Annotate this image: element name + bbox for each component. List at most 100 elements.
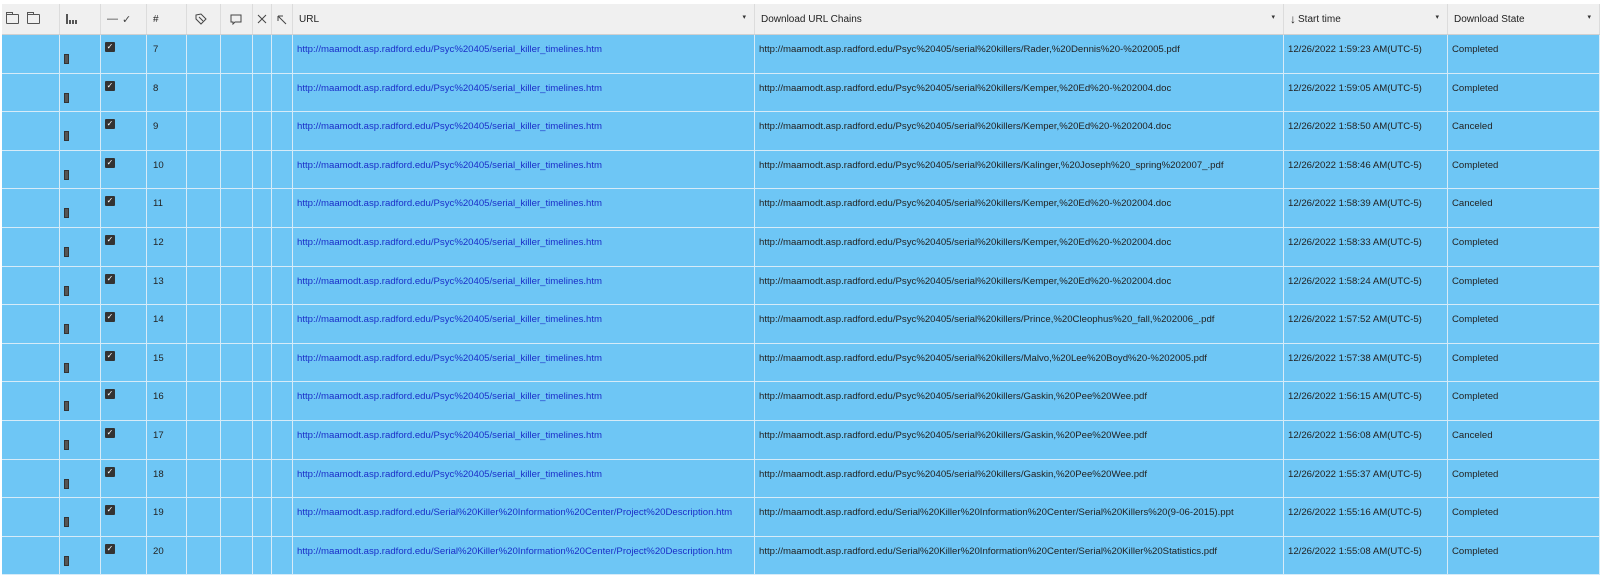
header-comment[interactable]: [221, 4, 253, 34]
row-checkbox[interactable]: ✓: [105, 196, 115, 207]
row-arrow-cell[interactable]: [272, 150, 293, 189]
state-filter-chevron-down-icon[interactable]: ▾: [1587, 13, 1591, 21]
check-icon[interactable]: ✓: [118, 13, 131, 26]
row-close-cell[interactable]: [253, 112, 272, 150]
row-url-cell[interactable]: http://maamodt.asp.radford.edu/Psyc%2040…: [293, 227, 755, 266]
row-arrow-cell[interactable]: [272, 189, 293, 227]
row-url-link[interactable]: http://maamodt.asp.radford.edu/Psyc%2040…: [297, 353, 602, 364]
row-close-cell[interactable]: [253, 227, 272, 266]
row-arrow-cell[interactable]: [272, 35, 293, 73]
row-url-cell[interactable]: http://maamodt.asp.radford.edu/Psyc%2040…: [293, 382, 755, 420]
row-checkbox-cell[interactable]: ✓: [101, 266, 147, 305]
row-arrow-cell[interactable]: [272, 343, 293, 382]
row-comment-cell[interactable]: [221, 459, 253, 498]
row-close-cell[interactable]: [253, 420, 272, 459]
row-url-link[interactable]: http://maamodt.asp.radford.edu/Psyc%2040…: [297, 314, 602, 325]
row-checkbox-cell[interactable]: ✓: [101, 382, 147, 420]
row-comment-cell[interactable]: [221, 382, 253, 420]
row-arrow-cell[interactable]: [272, 420, 293, 459]
row-checkbox[interactable]: ✓: [105, 350, 115, 361]
row-checkbox[interactable]: ✓: [105, 273, 115, 284]
row-tag-cell[interactable]: [187, 266, 221, 305]
row-url-cell[interactable]: http://maamodt.asp.radford.edu/Psyc%2040…: [293, 459, 755, 498]
row-arrow-cell[interactable]: [272, 536, 293, 575]
row-tag-cell[interactable]: [187, 150, 221, 189]
row-tag-cell[interactable]: [187, 189, 221, 227]
header-url[interactable]: URL ▾: [293, 4, 755, 34]
row-checkbox-cell[interactable]: ✓: [101, 343, 147, 382]
row-checkbox-cell[interactable]: ✓: [101, 227, 147, 266]
row-comment-cell[interactable]: [221, 536, 253, 575]
row-tag-cell[interactable]: [187, 73, 221, 112]
table-row[interactable]: ✓ 11 http://maamodt.asp.radford.edu/Psyc…: [2, 189, 1600, 228]
row-checkbox-cell[interactable]: ✓: [101, 305, 147, 343]
row-url-link[interactable]: http://maamodt.asp.radford.edu/Psyc%2040…: [297, 198, 602, 209]
row-comment-cell[interactable]: [221, 420, 253, 459]
table-row[interactable]: ✓ 17 http://maamodt.asp.radford.edu/Psyc…: [2, 420, 1600, 460]
table-row[interactable]: ✓ 20 http://maamodt.asp.radford.edu/Seri…: [2, 536, 1600, 576]
row-comment-cell[interactable]: [221, 35, 253, 73]
header-tag[interactable]: [187, 4, 221, 34]
row-url-cell[interactable]: http://maamodt.asp.radford.edu/Psyc%2040…: [293, 73, 755, 112]
row-url-cell[interactable]: http://maamodt.asp.radford.edu/Psyc%2040…: [293, 150, 755, 189]
row-close-cell[interactable]: [253, 343, 272, 382]
row-comment-cell[interactable]: [221, 150, 253, 189]
table-row[interactable]: ✓ 14 http://maamodt.asp.radford.edu/Psyc…: [2, 305, 1600, 344]
row-close-cell[interactable]: [253, 266, 272, 305]
row-tag-cell[interactable]: [187, 498, 221, 536]
row-tag-cell[interactable]: [187, 305, 221, 343]
header-close[interactable]: [253, 4, 272, 34]
row-tag-cell[interactable]: [187, 35, 221, 73]
row-tag-cell[interactable]: [187, 420, 221, 459]
row-checkbox[interactable]: ✓: [105, 42, 115, 52]
row-comment-cell[interactable]: [221, 73, 253, 112]
row-url-link[interactable]: http://maamodt.asp.radford.edu/Psyc%2040…: [297, 276, 602, 287]
chains-filter-chevron-down-icon[interactable]: ▾: [1271, 13, 1275, 21]
row-url-link[interactable]: http://maamodt.asp.radford.edu/Psyc%2040…: [297, 237, 602, 248]
row-url-link[interactable]: http://maamodt.asp.radford.edu/Psyc%2040…: [297, 121, 602, 132]
row-url-link[interactable]: http://maamodt.asp.radford.edu/Serial%20…: [297, 546, 732, 557]
row-checkbox[interactable]: ✓: [105, 543, 115, 554]
row-arrow-cell[interactable]: [272, 459, 293, 498]
row-checkbox-cell[interactable]: ✓: [101, 459, 147, 498]
table-row[interactable]: ✓ 7 http://maamodt.asp.radford.edu/Psyc%…: [2, 35, 1600, 74]
folder-open-icon[interactable]: [6, 12, 19, 24]
row-checkbox-cell[interactable]: ✓: [101, 112, 147, 150]
row-arrow-cell[interactable]: [272, 266, 293, 305]
row-close-cell[interactable]: [253, 305, 272, 343]
row-url-cell[interactable]: http://maamodt.asp.radford.edu/Serial%20…: [293, 498, 755, 536]
header-number[interactable]: #: [147, 4, 187, 34]
row-comment-cell[interactable]: [221, 227, 253, 266]
row-url-link[interactable]: http://maamodt.asp.radford.edu/Psyc%2040…: [297, 160, 602, 171]
row-close-cell[interactable]: [253, 35, 272, 73]
row-url-cell[interactable]: http://maamodt.asp.radford.edu/Serial%20…: [293, 536, 755, 575]
row-comment-cell[interactable]: [221, 112, 253, 150]
row-checkbox[interactable]: ✓: [105, 389, 115, 400]
row-close-cell[interactable]: [253, 150, 272, 189]
table-row[interactable]: ✓ 18 http://maamodt.asp.radford.edu/Psyc…: [2, 459, 1600, 499]
row-close-cell[interactable]: [253, 498, 272, 536]
row-comment-cell[interactable]: [221, 305, 253, 343]
row-tag-cell[interactable]: [187, 227, 221, 266]
row-tag-cell[interactable]: [187, 382, 221, 420]
row-tag-cell[interactable]: [187, 536, 221, 575]
row-checkbox[interactable]: ✓: [105, 312, 115, 323]
row-checkbox[interactable]: ✓: [105, 119, 115, 130]
row-url-link[interactable]: http://maamodt.asp.radford.edu/Serial%20…: [297, 507, 732, 518]
url-filter-chevron-down-icon[interactable]: ▾: [742, 13, 746, 21]
row-checkbox[interactable]: ✓: [105, 234, 115, 245]
row-url-link[interactable]: http://maamodt.asp.radford.edu/Psyc%2040…: [297, 391, 602, 402]
row-tag-cell[interactable]: [187, 343, 221, 382]
table-row[interactable]: ✓ 12 http://maamodt.asp.radford.edu/Psyc…: [2, 227, 1600, 267]
row-url-cell[interactable]: http://maamodt.asp.radford.edu/Psyc%2040…: [293, 189, 755, 227]
row-arrow-cell[interactable]: [272, 73, 293, 112]
start-time-filter-chevron-down-icon[interactable]: ▾: [1435, 13, 1439, 21]
row-url-cell[interactable]: http://maamodt.asp.radford.edu/Psyc%2040…: [293, 35, 755, 73]
row-checkbox-cell[interactable]: ✓: [101, 150, 147, 189]
header-arrow[interactable]: [272, 4, 293, 34]
header-check-cell[interactable]: — ✓: [101, 4, 147, 34]
row-arrow-cell[interactable]: [272, 498, 293, 536]
row-checkbox[interactable]: ✓: [105, 466, 115, 477]
row-close-cell[interactable]: [253, 382, 272, 420]
row-checkbox-cell[interactable]: ✓: [101, 536, 147, 575]
